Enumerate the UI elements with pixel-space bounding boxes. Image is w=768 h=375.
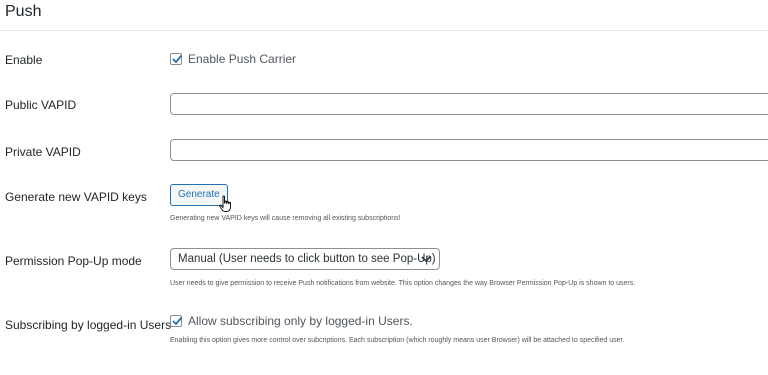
public-vapid-label: Public VAPID [5, 98, 77, 112]
enable-push-carrier-row[interactable]: Enable Push Carrier [170, 52, 296, 66]
logged-in-checkbox[interactable] [170, 315, 183, 327]
private-vapid-label: Private VAPID [5, 145, 81, 159]
popup-mode-select[interactable]: Manual (User needs to click button to se… [170, 248, 440, 270]
public-vapid-input[interactable] [170, 93, 768, 115]
hand-pointer-icon [219, 195, 231, 212]
enable-label: Enable [5, 53, 43, 67]
logged-in-row[interactable]: Allow subscribing only by logged-in User… [170, 314, 413, 328]
popup-mode-selected-value: Manual (User needs to click button to se… [178, 253, 436, 265]
enable-push-carrier-checkbox[interactable] [170, 53, 183, 65]
private-vapid-input[interactable] [170, 139, 768, 161]
generate-vapid-label: Generate new VAPID keys [5, 190, 147, 204]
checkmark-icon [172, 316, 183, 326]
checkmark-icon [172, 54, 183, 64]
logged-in-checkbox-label: Allow subscribing only by logged-in User… [188, 314, 413, 328]
chevron-down-icon [421, 256, 431, 263]
logged-in-label: Subscribing by logged-in Users [5, 318, 172, 332]
generate-help-text: Generating new VAPID keys will cause rem… [170, 215, 401, 222]
enable-push-carrier-label: Enable Push Carrier [188, 52, 297, 66]
section-title: Push [5, 3, 42, 20]
logged-in-help-text: Enabling this option gives more control … [170, 337, 625, 344]
popup-mode-label: Permission Pop-Up mode [5, 254, 142, 268]
divider [0, 30, 768, 31]
popup-mode-help-text: User needs to give permission to receive… [170, 280, 636, 287]
